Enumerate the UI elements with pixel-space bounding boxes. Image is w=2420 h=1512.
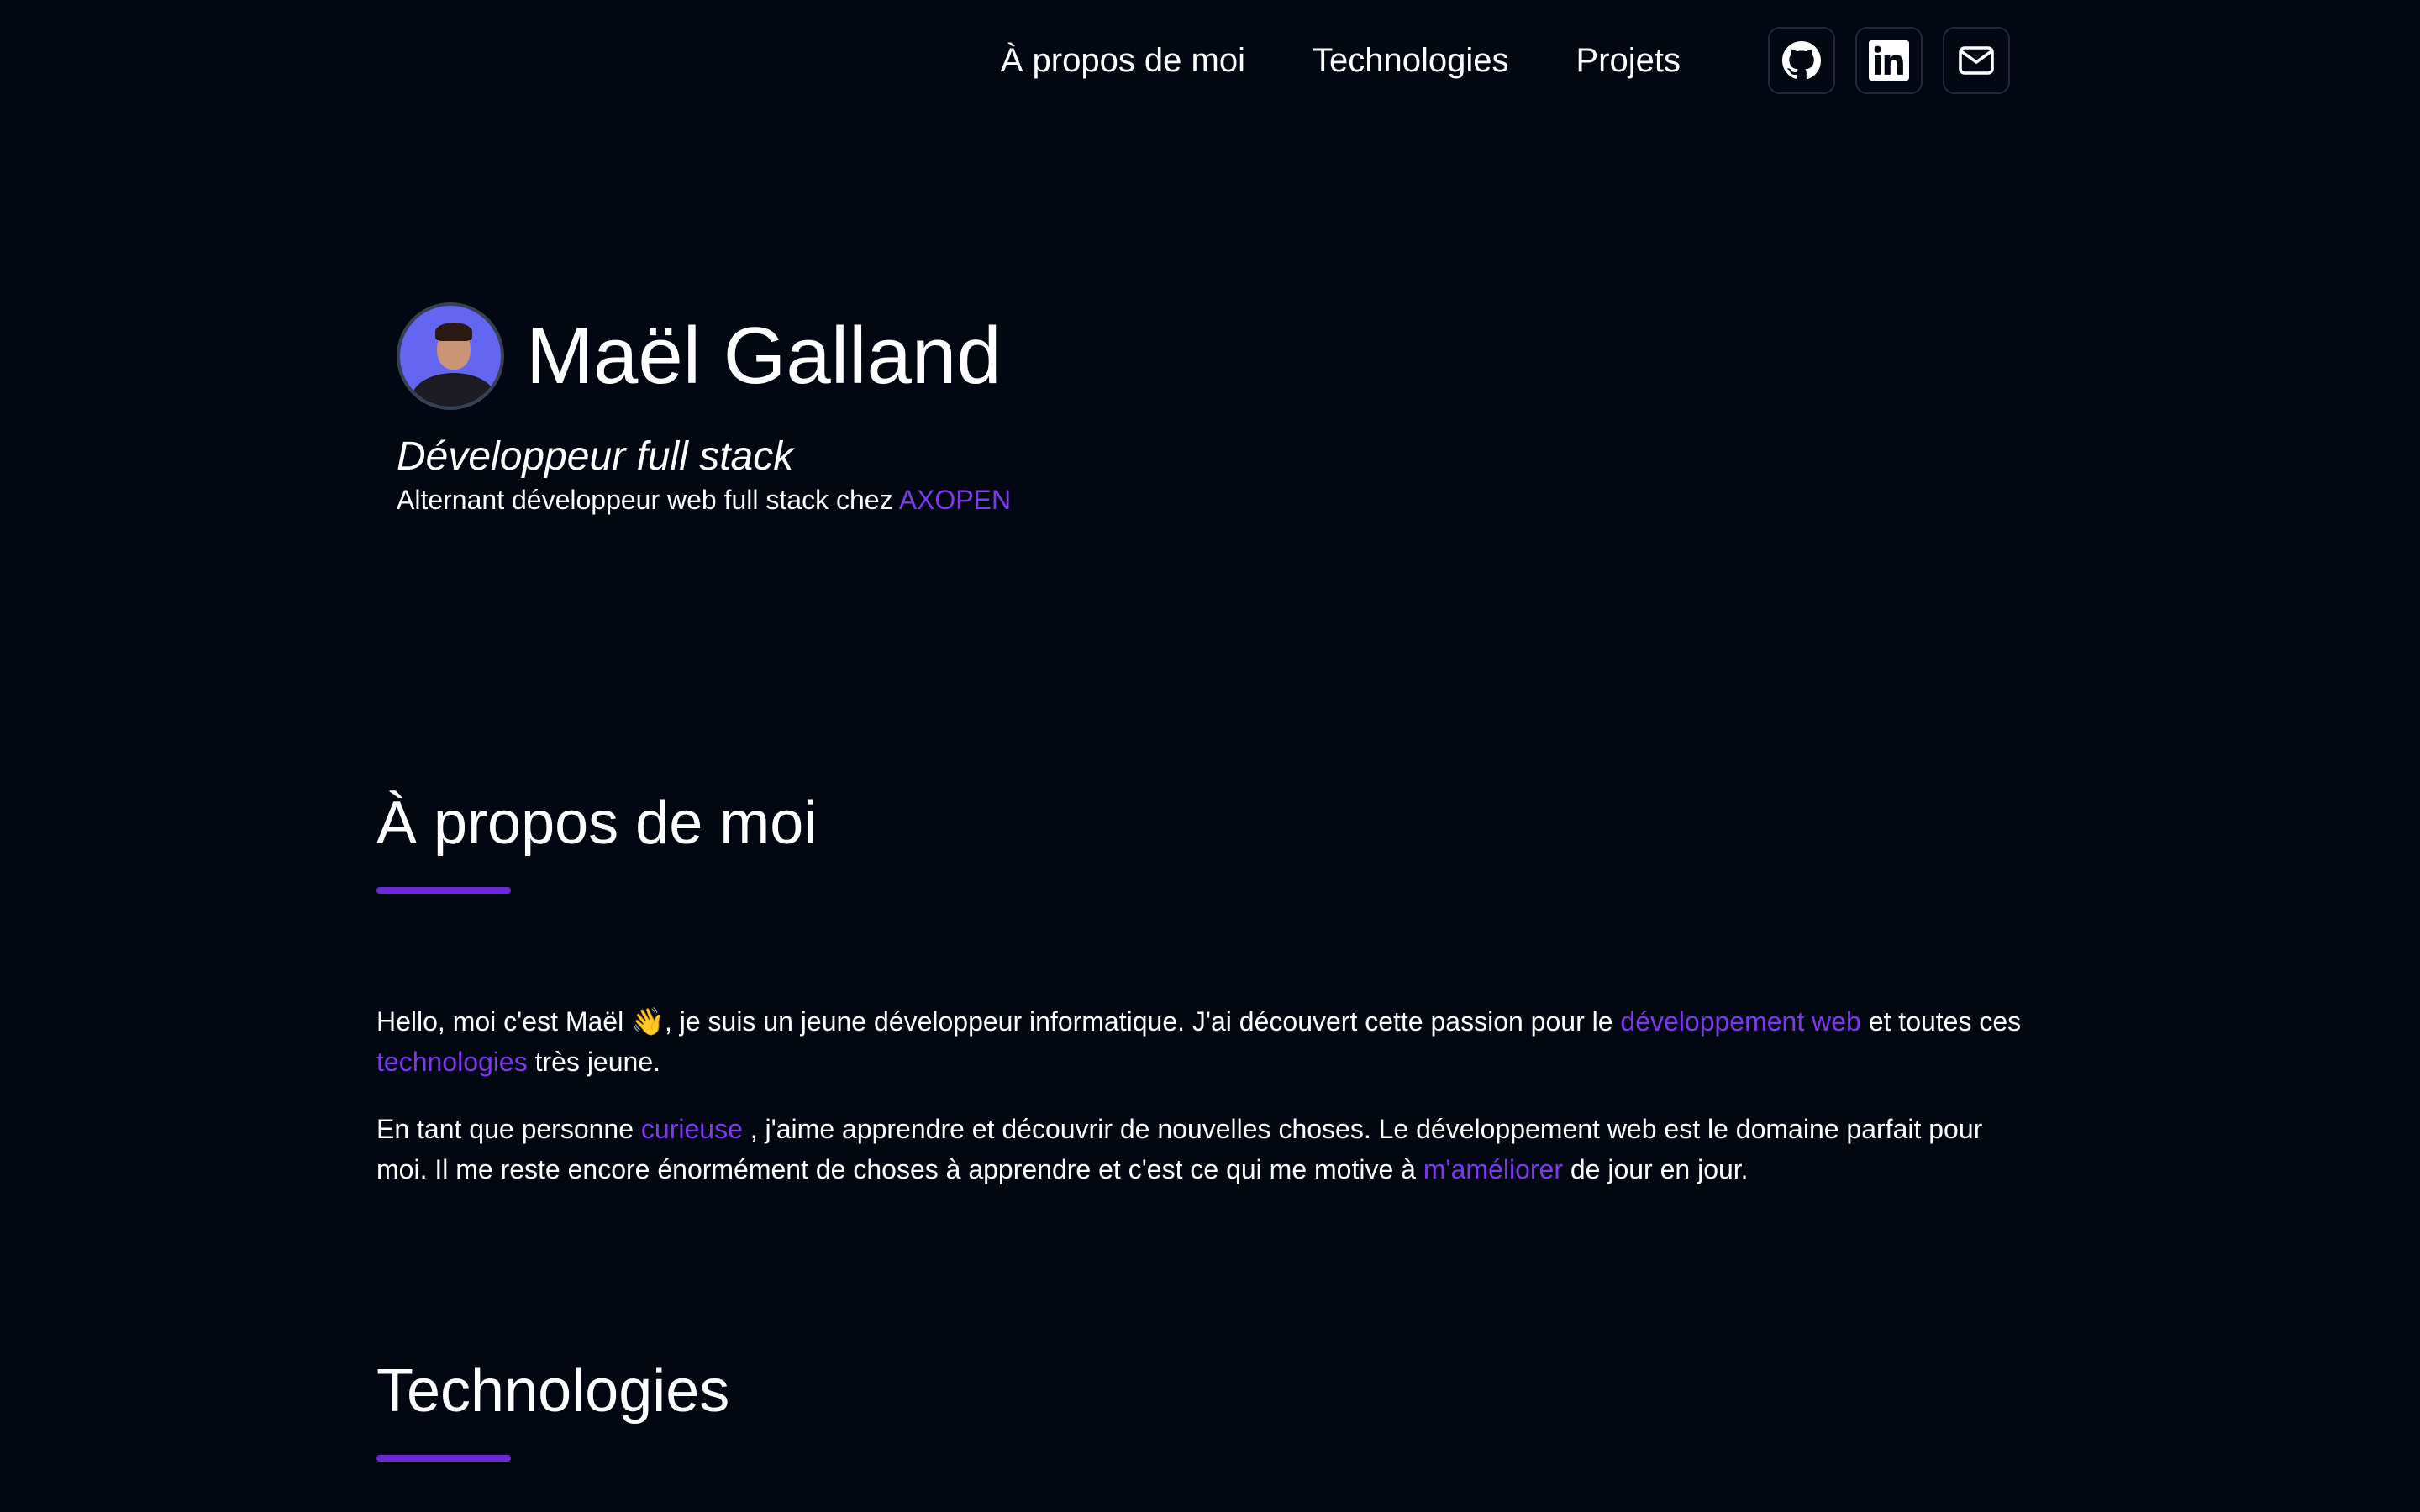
about-title-underline — [376, 887, 511, 894]
nav-link-projects[interactable]: Projets — [1576, 42, 1681, 80]
nav-link-technologies[interactable]: Technologies — [1313, 42, 1509, 80]
avatar — [397, 302, 504, 410]
hero-name: Maël Galland — [526, 311, 1002, 401]
mail-button[interactable] — [1943, 27, 2010, 94]
technologies-section: Technologies — [376, 1361, 2023, 1462]
about-p1-text-3: très jeune. — [527, 1047, 660, 1077]
linkedin-icon — [1869, 40, 1909, 81]
github-icon — [1781, 40, 1822, 81]
hero-section: Maël Galland Développeur full stack Alte… — [397, 302, 1011, 516]
hero-role: Développeur full stack — [397, 434, 794, 479]
about-p2-text-1: En tant que personne — [376, 1114, 641, 1144]
about-p1-text-2: et toutes ces — [1860, 1006, 2022, 1037]
top-nav: À propos de moi Technologies Projets — [1001, 27, 2010, 94]
mail-icon — [1956, 40, 1996, 81]
link-improve[interactable]: m'améliorer — [1423, 1154, 1563, 1184]
about-paragraph-1: Hello, moi c'est Maël 👋, je suis un jeun… — [376, 1001, 2023, 1082]
link-web-development[interactable]: développement web — [1620, 1006, 1860, 1037]
about-p1-text-1: Hello, moi c'est Maël 👋, je suis un jeun… — [376, 1006, 1621, 1037]
hero-header: Maël Galland — [397, 302, 1011, 410]
hero-subtitle-text: Alternant développeur web full stack che… — [397, 484, 899, 515]
link-technologies[interactable]: technologies — [376, 1047, 528, 1077]
link-curious[interactable]: curieuse — [641, 1114, 743, 1144]
hero-subtitle: Alternant développeur web full stack che… — [397, 485, 1011, 516]
linkedin-button[interactable] — [1855, 27, 1923, 94]
technologies-title: Technologies — [376, 1357, 730, 1425]
about-paragraph-2: En tant que personne curieuse , j'aime a… — [376, 1109, 2023, 1189]
nav-link-about[interactable]: À propos de moi — [1001, 42, 1245, 80]
github-button[interactable] — [1768, 27, 1835, 94]
about-content: Hello, moi c'est Maël 👋, je suis un jeun… — [376, 1001, 2023, 1189]
company-link[interactable]: AXOPEN — [899, 485, 1011, 515]
about-section: À propos de moi Hello, moi c'est Maël 👋,… — [376, 793, 2023, 1216]
about-p2-text-3: de jour en jour. — [1562, 1154, 1749, 1184]
about-title: À propos de moi — [376, 790, 818, 857]
technologies-title-underline — [376, 1455, 511, 1462]
